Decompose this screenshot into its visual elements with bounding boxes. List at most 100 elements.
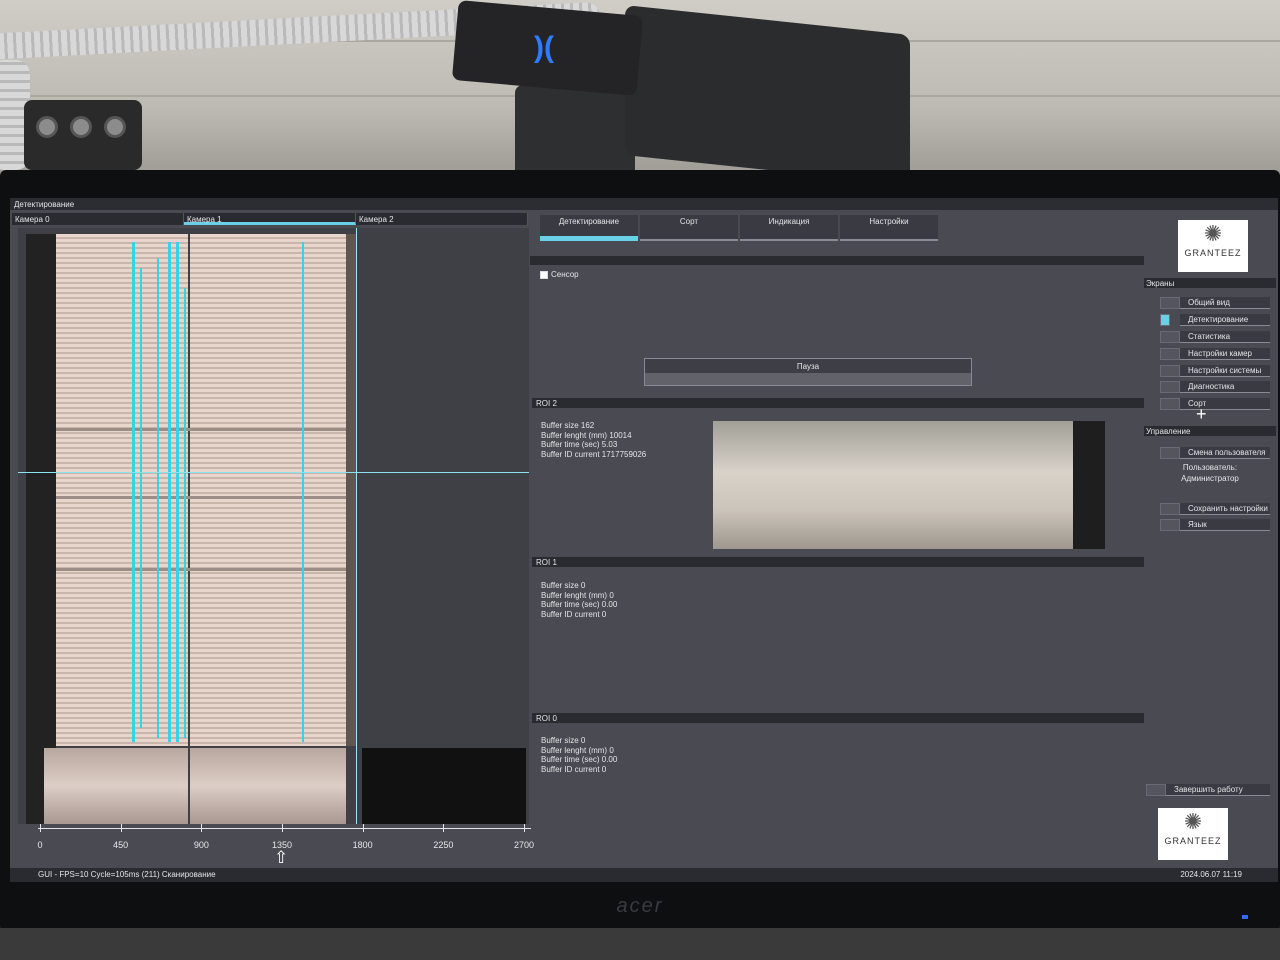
status-datetime: 2024.06.07 11:19: [1180, 870, 1242, 879]
roi-line: Buffer ID current 0: [541, 764, 607, 774]
monitor-mount: [515, 85, 635, 180]
window-title: Детектирование: [10, 198, 1278, 210]
status-text: GUI - FPS=10 Cycle=105ms (211) Сканирова…: [38, 870, 216, 879]
timeline-tick: [524, 824, 525, 832]
save-settings-button[interactable]: Сохранить настройки: [1160, 502, 1270, 516]
checkbox-icon[interactable]: [540, 270, 548, 279]
board-edge-right: [346, 234, 356, 746]
logo-brand: GRANTEEZ: [1184, 248, 1242, 258]
user-name: Администратор: [1181, 474, 1239, 483]
roi-line: Buffer lenght (mm) 0: [541, 590, 614, 600]
roi-1-info: Buffer size 0 Buffer lenght (mm) 0 Buffe…: [541, 581, 617, 619]
tab-settings[interactable]: Настройки: [840, 215, 938, 241]
roi-line: Buffer ID current 0: [541, 609, 607, 619]
status-bar: GUI - FPS=10 Cycle=105ms (211) Сканирова…: [10, 868, 1278, 882]
mini-pc-box: [625, 5, 910, 185]
roi-line: Buffer size 162: [541, 421, 595, 430]
roi-2-info: Buffer size 162 Buffer lenght (mm) 10014…: [541, 421, 646, 459]
tab-grade[interactable]: Сорт: [640, 215, 738, 241]
roi-line: Buffer lenght (mm) 0: [541, 745, 614, 755]
camera-0-preview: [44, 748, 188, 824]
sensor-checkbox[interactable]: Сенсор: [540, 270, 579, 279]
wall-switch-panel: [24, 100, 142, 170]
logo-top: ✺ GRANTEEZ: [1178, 220, 1248, 272]
screen-nav-label: Статистика: [1180, 331, 1270, 343]
camera-1-scan: [190, 234, 346, 746]
board-edge-left: [26, 234, 56, 824]
user-label: Пользователь:: [1182, 463, 1238, 472]
roi-2-image: [713, 421, 1105, 549]
roi-0-info: Buffer size 0 Buffer lenght (mm) 0 Buffe…: [541, 736, 617, 774]
pause-button[interactable]: Пауза: [644, 358, 972, 386]
save-settings-label: Сохранить настройки: [1180, 503, 1270, 515]
roi-line: Buffer lenght (mm) 10014: [541, 430, 632, 440]
monitor-brand: acer: [616, 895, 664, 917]
defect-line: [132, 242, 135, 742]
position-marker-icon[interactable]: ⇧: [274, 849, 288, 866]
screen-nav-item[interactable]: Настройки камер: [1160, 347, 1270, 361]
plus-cursor-icon: +: [1196, 404, 1207, 424]
timeline-tick: [201, 824, 203, 832]
change-user-button[interactable]: Смена пользователя: [1160, 446, 1270, 460]
roi-line: Buffer time (sec) 0.00: [541, 600, 618, 609]
screen-nav-item[interactable]: Общий вид: [1160, 296, 1270, 310]
camera-1-preview: [190, 748, 346, 824]
main-tabs: Детектирование Сорт Индикация Настройки: [540, 215, 1140, 243]
screen-nav-label: Общий вид: [1180, 297, 1270, 309]
defect-line: [140, 268, 142, 728]
camera-2-preview: [362, 748, 526, 824]
defect-line: [176, 242, 179, 742]
sensor-label: Сенсор: [551, 270, 579, 279]
screen-nav-label: Настройки системы: [1180, 365, 1270, 377]
language-button[interactable]: Язык: [1160, 518, 1270, 532]
roi-line: Buffer ID current 1717759026: [541, 449, 647, 459]
screen-nav-item[interactable]: Детектирование: [1160, 313, 1270, 327]
tab-indication[interactable]: Индикация: [740, 215, 838, 241]
camera-view[interactable]: [18, 228, 529, 824]
nav-mark: [1160, 348, 1180, 360]
defect-line: [184, 288, 186, 738]
nav-mark: [1160, 381, 1180, 393]
defect-line: [302, 242, 304, 742]
nav-mark: [1160, 365, 1180, 377]
timeline-tick-label: 900: [193, 840, 209, 850]
tab-camera-2[interactable]: Камера 2: [356, 213, 528, 225]
timeline-tick-label: 0: [37, 840, 43, 850]
logo-brand: GRANTEEZ: [1164, 836, 1222, 846]
screen-nav-item[interactable]: Диагностика: [1160, 380, 1270, 394]
language-label: Язык: [1180, 519, 1270, 531]
change-user-label: Смена пользователя: [1180, 447, 1270, 459]
screen-nav-label: Детектирование: [1180, 314, 1270, 326]
dongle-logo-icon: )(: [534, 31, 554, 64]
sunburst-logo-icon: ✺: [1183, 809, 1203, 834]
defect-line: [157, 258, 159, 738]
logo-bottom: ✺ GRANTEEZ: [1158, 808, 1228, 860]
timeline-tick-label: 450: [113, 840, 129, 850]
finish-work-button[interactable]: Завершить работу: [1146, 783, 1270, 797]
roi-line: Buffer time (sec) 5.03: [541, 440, 618, 449]
screen-nav-item[interactable]: Статистика: [1160, 330, 1270, 344]
roi-image-edge: [1073, 421, 1105, 549]
roi-2-header: ROI 2: [532, 398, 1144, 408]
tab-detection[interactable]: Детектирование: [540, 215, 638, 241]
tab-camera-0[interactable]: Камера 0: [12, 213, 184, 225]
app-screen: Детектирование Камера 0 Камера 1 Камера …: [10, 198, 1278, 882]
timeline-tick: [362, 824, 364, 832]
timeline-axis: [38, 828, 531, 829]
roi-1-header: ROI 1: [532, 557, 1144, 567]
screen-nav-item[interactable]: Настройки системы: [1160, 364, 1270, 378]
position-cursor-line: [18, 472, 529, 473]
nav-mark: [1160, 297, 1180, 309]
screen-nav-item[interactable]: Сорт: [1160, 397, 1270, 411]
timeline-tick-label: 2700: [513, 840, 535, 850]
roi-line: Buffer size 0: [541, 581, 586, 590]
screen-nav-label: Настройки камер: [1180, 348, 1270, 360]
button-mark: [1146, 784, 1166, 796]
roi-line: Buffer size 0: [541, 736, 586, 745]
nav-mark: [1160, 314, 1170, 326]
timeline-tick: [443, 824, 445, 832]
defect-line: [168, 242, 171, 742]
nav-mark: [1160, 331, 1180, 343]
desk-surface: [0, 928, 1280, 960]
tab-camera-1[interactable]: Камера 1: [184, 213, 356, 225]
